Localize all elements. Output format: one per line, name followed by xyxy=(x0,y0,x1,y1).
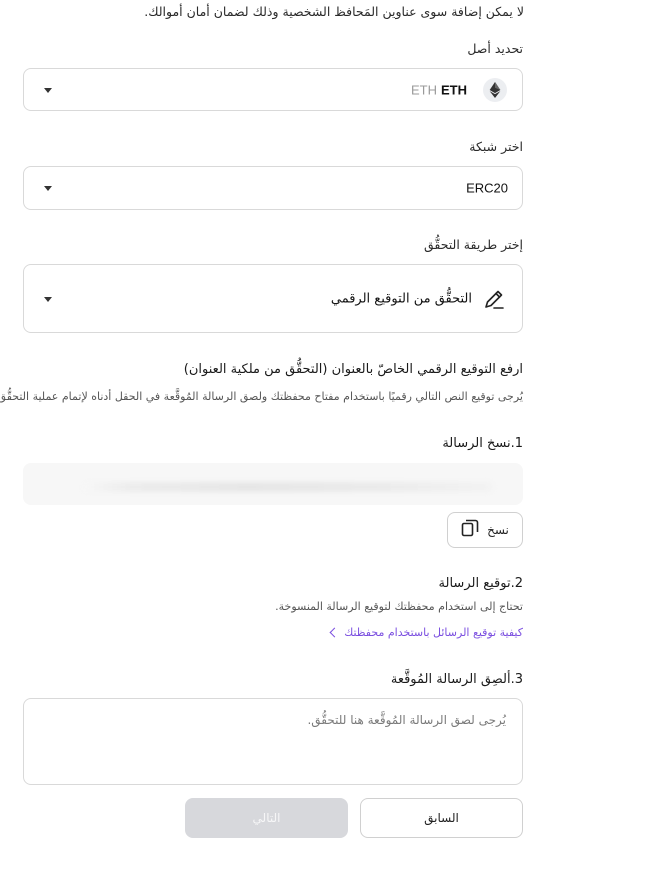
upload-description: يُرجى توقيع النص التالي رقميًا باستخدام … xyxy=(0,390,524,403)
verification-value: التحقُّق من التوقيع الرقمي xyxy=(331,291,473,306)
message-box xyxy=(24,463,524,505)
step3-title: 3.ألصِق الرسالة المُوقَّعة xyxy=(391,672,524,687)
chevron-left-icon xyxy=(330,627,341,638)
step2-title: 2.توقيع الرسالة xyxy=(439,576,524,591)
asset-select[interactable]: ETH ETH xyxy=(24,68,524,111)
pen-icon xyxy=(483,287,507,311)
chevron-down-icon xyxy=(45,186,53,191)
step2-description: تحتاج إلى استخدام محفظتك لتوقيع الرسالة … xyxy=(276,600,524,613)
network-value: ERC20 xyxy=(467,180,509,196)
how-to-sign-link-label: كيفية توقيع الرسائل باستخدام محفظتك xyxy=(345,626,524,639)
signed-message-input[interactable] xyxy=(24,698,524,785)
verification-label: إختر طريقة التحقُّق xyxy=(424,237,524,252)
copy-icon xyxy=(462,519,480,541)
wallet-notice: لا يمكن إضافة سوى عناوين المَحافظ الشخصي… xyxy=(145,4,525,19)
blurred-message-text xyxy=(84,482,494,492)
how-to-sign-link[interactable]: كيفية توقيع الرسائل باستخدام محفظتك xyxy=(329,626,524,639)
copy-button[interactable]: نسخ xyxy=(448,512,524,548)
network-label: اختر شبكة xyxy=(470,139,524,154)
ethereum-icon xyxy=(484,77,508,102)
network-select[interactable]: ERC20 xyxy=(24,166,524,210)
next-button[interactable]: التالي xyxy=(186,798,349,838)
chevron-down-icon xyxy=(45,296,53,302)
chevron-down-icon xyxy=(45,87,53,93)
copy-button-label: نسخ xyxy=(488,523,510,537)
verification-select[interactable]: التحقُّق من التوقيع الرقمي xyxy=(24,264,524,333)
asset-name: ETH xyxy=(412,82,438,97)
upload-heading: ارفع التوقيع الرقمي الخاصّ بالعنوان (الت… xyxy=(184,362,524,377)
step1-title: 1.نسخ الرسالة xyxy=(443,436,524,451)
asset-label: تحديد أصل xyxy=(468,41,524,56)
asset-symbol: ETH xyxy=(442,82,468,97)
previous-button[interactable]: السابق xyxy=(361,798,524,838)
